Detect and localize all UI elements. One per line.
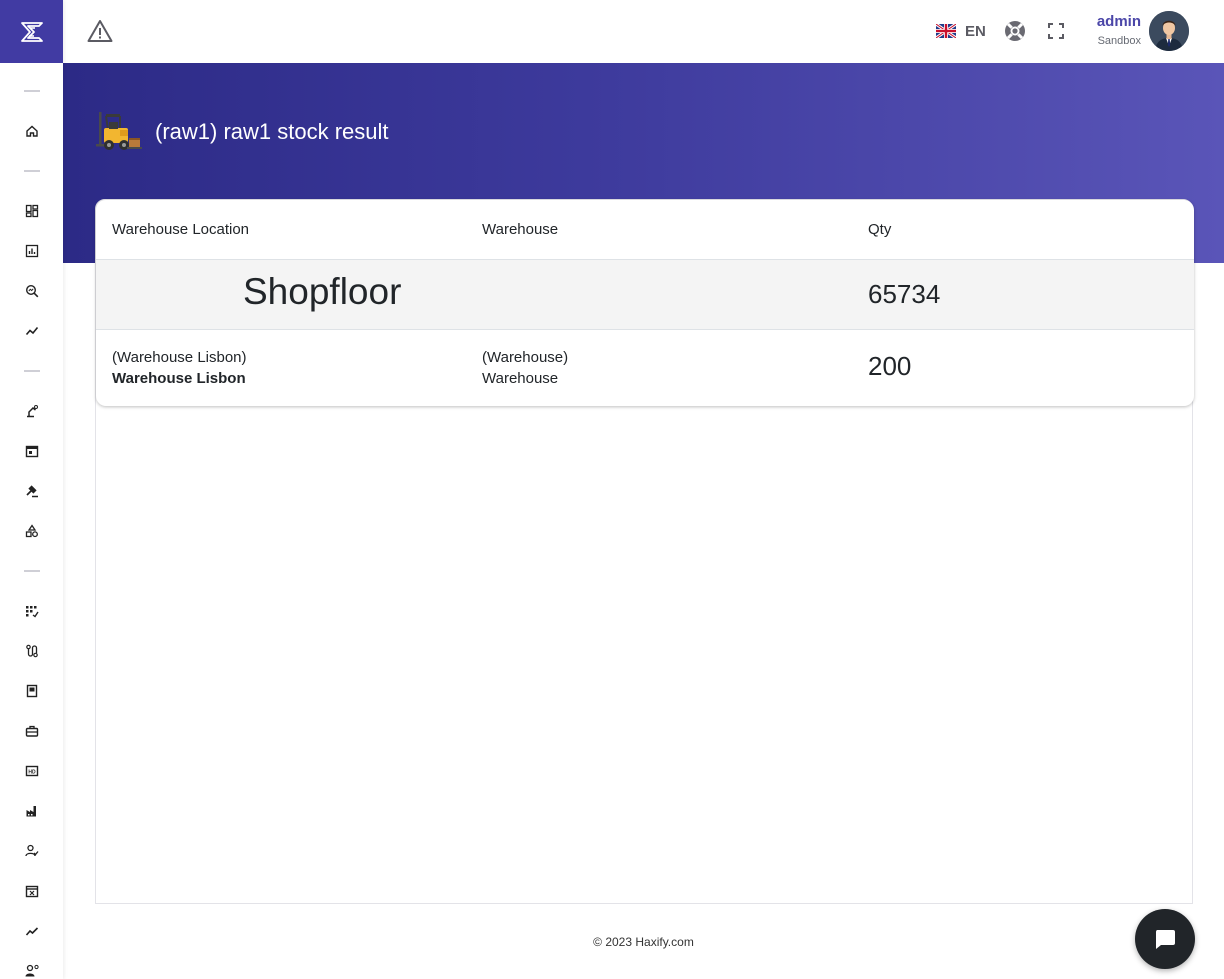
forklift-icon xyxy=(96,112,142,150)
sidebar-item[interactable] xyxy=(0,631,63,671)
table-header: Warehouse Location Warehouse Qty xyxy=(96,200,1194,260)
sidebar-item[interactable] xyxy=(0,671,63,711)
home-icon[interactable] xyxy=(24,123,40,139)
line-chart-icon[interactable] xyxy=(24,323,40,339)
sidebar-item[interactable] xyxy=(0,791,63,831)
hd-icon[interactable]: HD xyxy=(24,763,40,779)
sidebar-item[interactable] xyxy=(0,591,63,631)
sidebar-item[interactable]: HD xyxy=(0,751,63,791)
svg-text:HD: HD xyxy=(28,770,36,776)
sidebar-item[interactable] xyxy=(0,111,63,151)
warehouse-code: (Warehouse) xyxy=(482,349,569,366)
sidebar-separator xyxy=(23,170,40,172)
uk-flag-icon xyxy=(936,24,956,38)
sidebar-item[interactable] xyxy=(0,391,63,431)
group-row[interactable]: Shopfloor 65734 xyxy=(96,260,1194,330)
document-icon[interactable] xyxy=(24,683,40,699)
user-name: admin xyxy=(1096,13,1141,30)
factory-icon[interactable] xyxy=(24,803,40,819)
sidebar-item[interactable] xyxy=(0,431,63,471)
sidebar-separator-row xyxy=(0,551,63,591)
sidebar-item[interactable] xyxy=(0,311,63,351)
sidebar-item[interactable] xyxy=(0,831,63,871)
user-check-icon[interactable] xyxy=(24,843,40,859)
user-menu[interactable]: admin Sandbox xyxy=(1083,12,1141,50)
location-code: (Warehouse Lisbon) xyxy=(112,349,247,366)
language-selector[interactable]: EN xyxy=(936,21,986,41)
language-code: EN xyxy=(965,22,986,40)
sidebar-item[interactable] xyxy=(0,471,63,511)
sidebar-item[interactable] xyxy=(0,191,63,231)
sidebar-separator xyxy=(23,370,40,372)
warning-icon[interactable] xyxy=(87,19,113,43)
sidebar-item[interactable] xyxy=(0,711,63,751)
stock-table: Warehouse Location Warehouse Qty Shopflo… xyxy=(96,200,1194,406)
chat-button[interactable] xyxy=(1135,909,1195,969)
sidebar-separator xyxy=(23,570,40,572)
fullscreen-icon[interactable] xyxy=(1047,22,1065,40)
column-header-qty[interactable]: Qty xyxy=(868,221,891,238)
row-qty: 200 xyxy=(868,351,912,381)
sidebar-separator xyxy=(23,90,40,92)
search-analytics-icon[interactable] xyxy=(24,283,40,299)
sidebar-item[interactable] xyxy=(0,511,63,551)
table-row[interactable]: (Warehouse Lisbon) Warehouse Lisbon (War… xyxy=(96,330,1194,405)
grid-check-icon[interactable] xyxy=(24,603,40,619)
gavel-icon[interactable] xyxy=(24,483,40,499)
sidebar-item[interactable] xyxy=(0,911,63,951)
shapes-icon[interactable] xyxy=(24,523,40,539)
sidebar-item[interactable] xyxy=(0,951,63,979)
sidebar-separator-row xyxy=(0,71,63,111)
column-header-warehouse[interactable]: Warehouse xyxy=(482,221,558,238)
location-name: Warehouse Lisbon xyxy=(112,370,246,387)
calendar-icon[interactable] xyxy=(24,443,40,459)
sidebar-item[interactable] xyxy=(0,871,63,911)
user-avatar-icon xyxy=(1149,11,1189,51)
column-header-location[interactable]: Warehouse Location xyxy=(112,221,249,238)
bar-chart-icon[interactable] xyxy=(24,243,40,259)
trend-icon[interactable] xyxy=(24,923,40,939)
toolbox-icon[interactable] xyxy=(24,723,40,739)
warehouse-name: Warehouse xyxy=(482,370,559,387)
top-bar: EN admin Sandbox xyxy=(63,0,1224,63)
logo-icon xyxy=(20,21,43,42)
avatar[interactable] xyxy=(1149,11,1189,51)
content-card: Warehouse Location Warehouse Qty Shopflo… xyxy=(95,199,1194,904)
sidebar-item[interactable] xyxy=(0,231,63,271)
chat-icon xyxy=(1155,930,1175,949)
page-title: (raw1) raw1 stock result xyxy=(155,119,389,144)
footer: © 2023 Haxify.com xyxy=(63,904,1224,979)
robot-arm-icon[interactable] xyxy=(24,403,40,419)
copyright-text: © 2023 Haxify.com xyxy=(593,935,694,949)
calendar-x-icon[interactable] xyxy=(24,883,40,899)
dashboard-icon[interactable] xyxy=(24,203,40,219)
group-name: Shopfloor xyxy=(243,271,402,312)
sidebar-separator-row xyxy=(0,351,63,391)
group-qty: 65734 xyxy=(868,279,941,309)
lifebuoy-icon[interactable] xyxy=(1003,19,1027,43)
sidebar: HD xyxy=(0,0,63,979)
route-icon[interactable] xyxy=(24,643,40,659)
user-tenant: Sandbox xyxy=(1097,35,1141,47)
sidebar-nav: HD xyxy=(0,71,63,979)
user-settings-icon[interactable] xyxy=(24,963,40,979)
sidebar-separator-row xyxy=(0,151,63,191)
app-logo[interactable] xyxy=(0,0,63,63)
sidebar-item[interactable] xyxy=(0,271,63,311)
